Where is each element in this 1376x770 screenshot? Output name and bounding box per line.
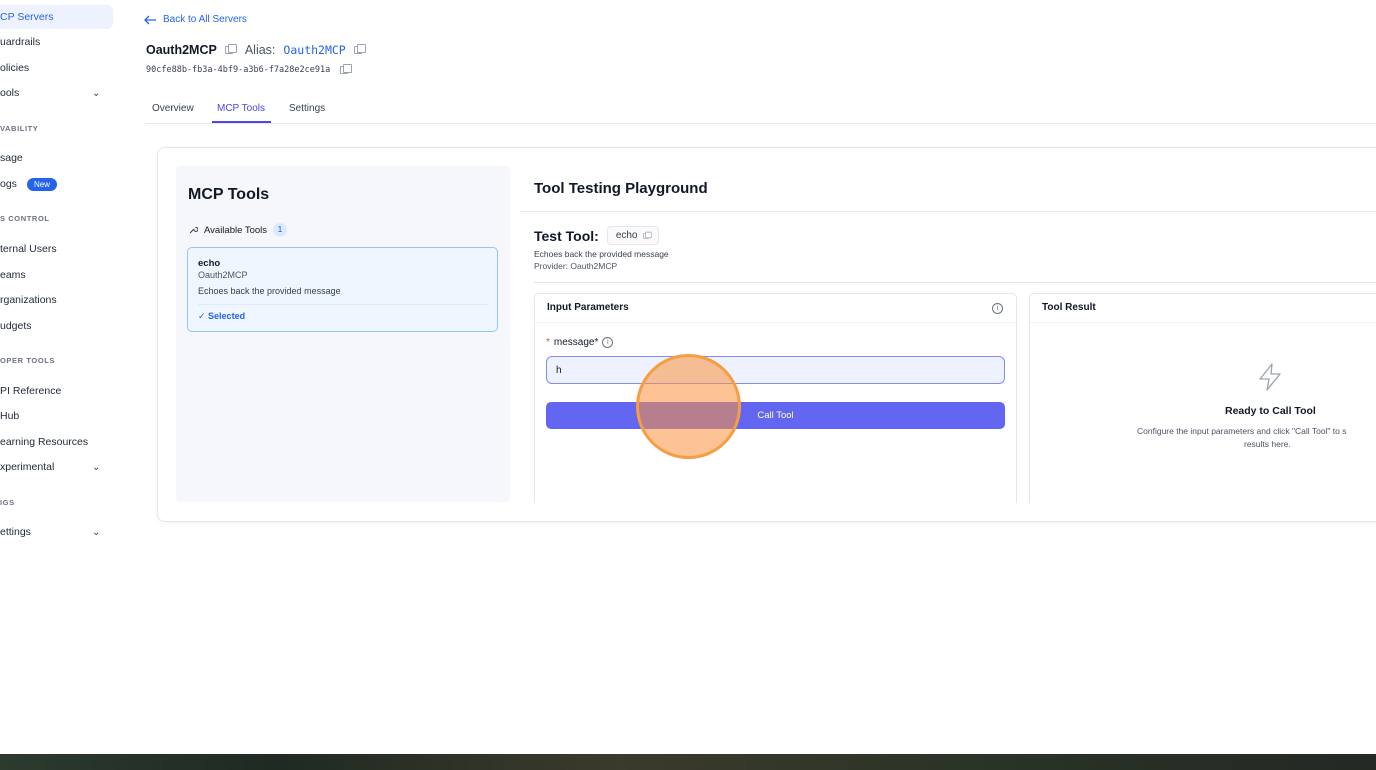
chevron-down-icon: ⌄ bbox=[92, 461, 101, 473]
sidebar-item-label: xperimental bbox=[0, 461, 55, 473]
call-tool-button[interactable]: Call Tool bbox=[546, 402, 1005, 429]
required-marker: * bbox=[546, 337, 550, 348]
tool-result-panel: Tool Result bbox=[1029, 293, 1376, 503]
sidebar-item-guardrails[interactable]: uardrails bbox=[0, 30, 40, 54]
tool-result-title: Tool Result bbox=[1042, 302, 1096, 313]
sidebar-item-ai-hub[interactable]: Hub bbox=[0, 404, 19, 428]
sidebar-item-teams[interactable]: eams bbox=[0, 263, 26, 287]
sidebar-item-experimental[interactable]: xperimental ⌄ bbox=[0, 455, 110, 479]
panel-header: Tool Result bbox=[1030, 294, 1376, 323]
sidebar-item-label: olicies bbox=[0, 62, 30, 74]
sidebar-item-label: earning Resources bbox=[0, 436, 89, 448]
tab-bar: Overview MCP Tools Settings bbox=[146, 100, 1376, 124]
sidebar-item-usage[interactable]: sage bbox=[0, 146, 23, 170]
new-badge: New bbox=[26, 177, 57, 191]
divider bbox=[534, 282, 1376, 283]
tools-panel-title: MCP Tools bbox=[188, 186, 270, 203]
server-title-row: Oauth2MCP Alias: Oauth2MCP bbox=[146, 43, 366, 57]
sidebar-item-label: PI Reference bbox=[0, 385, 62, 397]
alias-value: Oauth2MCP bbox=[283, 43, 346, 57]
message-param-label: message* bbox=[553, 337, 599, 348]
active-tab-indicator bbox=[212, 121, 271, 123]
server-id: 90cfe88b-fb3a-4bf9-a3b6-f7a28e2ce91a bbox=[146, 65, 331, 75]
server-id-row: 90cfe88b-fb3a-4bf9-a3b6-f7a28e2ce91a bbox=[146, 64, 353, 75]
sidebar-item-mcp-servers[interactable]: CP Servers bbox=[0, 5, 113, 29]
test-tool-provider: Provider: Oauth2MCP bbox=[534, 261, 618, 271]
chevron-down-icon: ⌄ bbox=[92, 526, 101, 538]
alias-label: Alias: bbox=[244, 43, 276, 57]
sidebar-item-label: ogs bbox=[0, 178, 17, 190]
test-tool-label: Test Tool: bbox=[534, 227, 599, 244]
sidebar-item-label: udgets bbox=[0, 320, 32, 332]
tab-overview[interactable]: Overview bbox=[152, 103, 194, 114]
sidebar-item-internal-users[interactable]: ternal Users bbox=[0, 237, 57, 261]
sidebar-item-label: eams bbox=[0, 269, 26, 281]
ready-subtitle-line-1: Configure the input parameters and click… bbox=[1137, 426, 1347, 436]
tool-card-echo[interactable]: echo Oauth2MCP Echoes back the provided … bbox=[187, 247, 498, 332]
sidebar-item-label: rganizations bbox=[0, 294, 57, 306]
desktop-background-strip bbox=[0, 754, 1376, 770]
sidebar-section-settings: IGS bbox=[0, 498, 15, 507]
message-param-label-row: * message* i bbox=[546, 337, 614, 348]
check-icon: ✓ bbox=[198, 311, 209, 321]
sidebar-item-label: sage bbox=[0, 152, 23, 164]
copy-icon[interactable] bbox=[224, 44, 237, 54]
back-link-label: Back to All Servers bbox=[163, 14, 247, 25]
copy-icon[interactable] bbox=[353, 44, 366, 54]
sidebar-item-api-reference[interactable]: PI Reference bbox=[0, 379, 61, 403]
tool-provider: Oauth2MCP bbox=[198, 270, 248, 280]
wrench-icon bbox=[189, 226, 198, 234]
info-icon[interactable]: i bbox=[992, 303, 1003, 314]
lightning-icon bbox=[1259, 363, 1281, 391]
tool-description: Echoes back the provided message bbox=[198, 286, 341, 296]
sidebar-item-label: ternal Users bbox=[0, 243, 57, 255]
available-tools-header: Available Tools 1 bbox=[188, 223, 288, 237]
sidebar-item-label: CP Servers bbox=[0, 11, 54, 23]
back-link[interactable]: Back to All Servers bbox=[144, 14, 247, 25]
sidebar-item-logs[interactable]: ogs New bbox=[0, 172, 57, 196]
divider bbox=[198, 304, 488, 305]
chevron-down-icon: ⌄ bbox=[92, 87, 101, 99]
tool-name-chip[interactable]: echo bbox=[606, 226, 659, 245]
sidebar-item-policies[interactable]: olicies bbox=[0, 56, 29, 80]
sidebar-section-developer-tools: OPER TOOLS bbox=[0, 356, 56, 365]
message-input[interactable] bbox=[546, 356, 1005, 384]
sidebar-item-label: uardrails bbox=[0, 36, 41, 48]
sidebar-item-organizations[interactable]: rganizations bbox=[0, 288, 57, 312]
ready-title: Ready to Call Tool bbox=[1225, 405, 1316, 417]
available-tools-count: 1 bbox=[273, 223, 288, 237]
sidebar-item-learning-resources[interactable]: earning Resources bbox=[0, 430, 88, 454]
input-parameters-panel: Input Parameters i bbox=[534, 293, 1017, 503]
sidebar: CP Servers uardrails olicies ools ⌄ VABIL… bbox=[0, 0, 122, 754]
server-name: Oauth2MCP bbox=[146, 43, 217, 57]
ready-subtitle-line-2: results here. bbox=[1244, 439, 1291, 449]
panel-header: Input Parameters i bbox=[535, 294, 1016, 323]
sidebar-item-budgets[interactable]: udgets bbox=[0, 314, 32, 338]
tab-mcp-tools[interactable]: MCP Tools bbox=[217, 103, 265, 114]
tools-panel bbox=[176, 166, 510, 502]
copy-icon[interactable] bbox=[642, 231, 652, 239]
sidebar-item-settings[interactable]: ettings ⌄ bbox=[0, 520, 110, 544]
sidebar-section-access-control: S CONTROL bbox=[0, 214, 50, 223]
sidebar-item-tools[interactable]: ools ⌄ bbox=[0, 81, 110, 105]
sidebar-item-label: ools bbox=[0, 87, 20, 99]
tab-settings[interactable]: Settings bbox=[289, 103, 325, 114]
available-tools-label: Available Tools bbox=[204, 224, 268, 236]
tool-status-label: Selected bbox=[208, 311, 246, 321]
playground-title: Tool Testing Playground bbox=[534, 180, 708, 197]
sidebar-item-label: ettings bbox=[0, 526, 31, 538]
tool-chip-label: echo bbox=[615, 230, 638, 241]
sidebar-section-observability: VABILITY bbox=[0, 124, 39, 133]
tool-name: echo bbox=[198, 258, 221, 269]
sidebar-item-label: Hub bbox=[0, 410, 20, 422]
input-parameters-title: Input Parameters bbox=[547, 302, 629, 313]
divider bbox=[520, 211, 1376, 212]
copy-icon[interactable] bbox=[340, 64, 353, 74]
info-icon[interactable]: i bbox=[602, 337, 614, 348]
arrow-left-icon bbox=[144, 15, 156, 24]
test-tool-description: Echoes back the provided message bbox=[534, 249, 669, 259]
test-tool-row: Test Tool: echo bbox=[534, 226, 659, 245]
tool-selected-status: ✓ Selected bbox=[198, 311, 245, 322]
